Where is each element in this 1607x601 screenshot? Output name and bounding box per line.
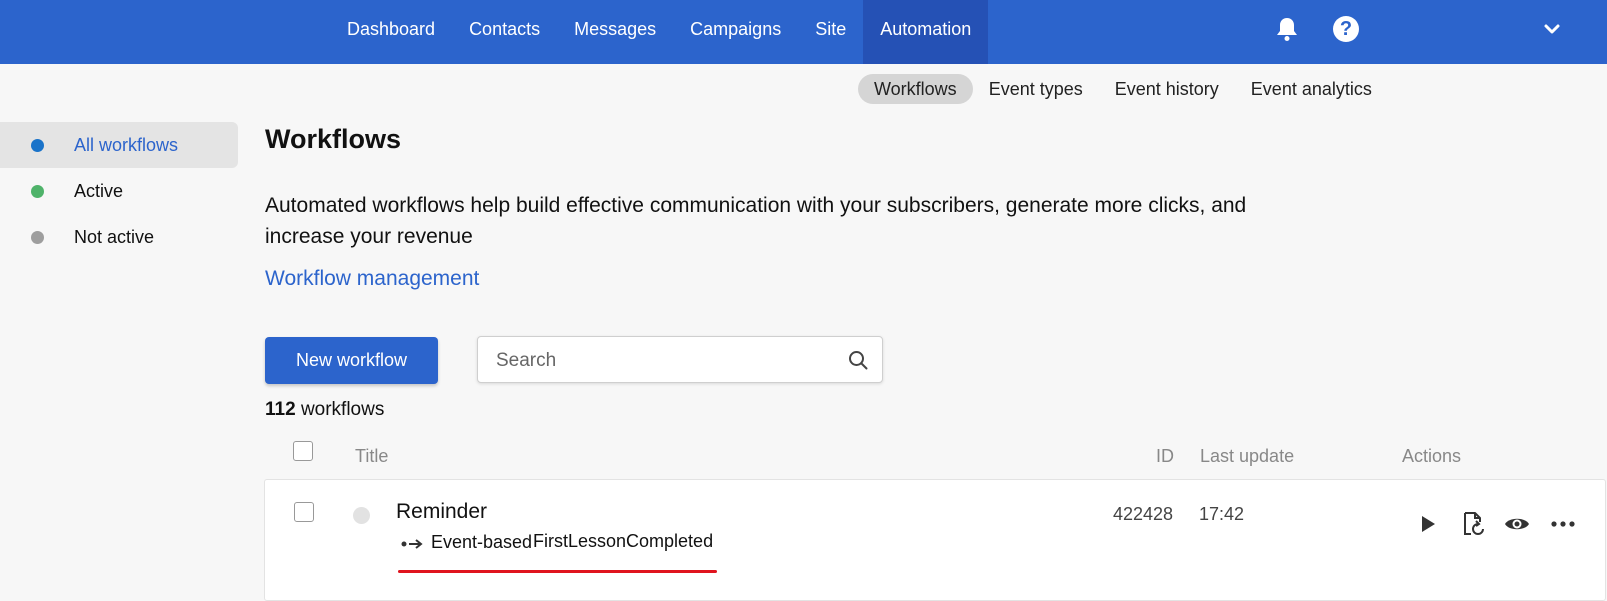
workflow-count-label: workflows xyxy=(300,399,385,420)
subnav-event-analytics[interactable]: Event analytics xyxy=(1235,74,1388,104)
nav-messages[interactable]: Messages xyxy=(557,0,673,64)
page-description: Automated workflows help build effective… xyxy=(265,194,1247,248)
nav-site[interactable]: Site xyxy=(798,0,863,64)
sidebar-item-label: Not active xyxy=(74,227,155,247)
subnav-event-types[interactable]: Event types xyxy=(973,74,1099,104)
eye-icon[interactable] xyxy=(1503,510,1531,538)
table-header: Title ID Last update Actions xyxy=(265,436,1605,472)
sub-navigation: Workflows Event types Event history Even… xyxy=(858,74,1388,104)
sidebar-item-all-workflows[interactable]: All workflows xyxy=(0,122,238,168)
subnav-event-history[interactable]: Event history xyxy=(1099,74,1235,104)
status-dot-icon xyxy=(31,139,44,152)
column-header-id[interactable]: ID xyxy=(1156,446,1174,467)
search-box xyxy=(477,336,883,384)
search-icon[interactable] xyxy=(848,350,868,370)
top-nav: Dashboard Contacts Messages Campaigns Si… xyxy=(330,0,989,64)
bell-icon[interactable] xyxy=(1275,16,1299,42)
select-all-checkbox[interactable] xyxy=(293,441,313,461)
status-dot-icon xyxy=(31,185,44,198)
chevron-down-icon[interactable] xyxy=(1543,20,1561,38)
sidebar-item-not-active[interactable]: Not active xyxy=(0,214,238,260)
new-workflow-button[interactable]: New workflow xyxy=(265,337,438,384)
more-icon[interactable] xyxy=(1549,510,1577,538)
table-row[interactable]: Reminder Event-based FirstLessonComplete… xyxy=(264,479,1606,601)
sidebar: All workflows Active Not active xyxy=(0,122,238,260)
event-based-icon xyxy=(401,539,423,549)
row-checkbox[interactable] xyxy=(294,502,314,522)
document-refresh-icon[interactable] xyxy=(1459,510,1487,538)
column-header-title[interactable]: Title xyxy=(355,446,388,467)
nav-campaigns[interactable]: Campaigns xyxy=(673,0,798,64)
status-dot-icon xyxy=(31,231,44,244)
nav-contacts[interactable]: Contacts xyxy=(452,0,557,64)
sidebar-item-label: Active xyxy=(74,181,124,201)
workflow-last-update: 17:42 xyxy=(1199,504,1245,524)
workflow-type: Event-based xyxy=(431,532,533,552)
workflow-count-number: 112 xyxy=(265,399,296,420)
nav-automation[interactable]: Automation xyxy=(863,0,989,64)
column-header-actions: Actions xyxy=(1402,446,1462,466)
nav-dashboard[interactable]: Dashboard xyxy=(330,0,452,64)
workflow-count: 112 workflows xyxy=(265,399,384,421)
help-icon[interactable]: ? xyxy=(1333,16,1359,42)
top-navigation-bar: Dashboard Contacts Messages Campaigns Si… xyxy=(0,0,1607,64)
red-underline-annotation xyxy=(398,570,717,573)
subnav-workflows[interactable]: Workflows xyxy=(858,74,973,104)
workflow-event: FirstLessonCompleted xyxy=(533,531,714,551)
inactive-status-icon xyxy=(353,507,370,524)
workflow-id: 422428 xyxy=(1113,504,1174,524)
workflow-management-link[interactable]: Workflow management xyxy=(265,267,479,291)
workflow-name[interactable]: Reminder xyxy=(396,500,487,524)
search-input[interactable] xyxy=(494,337,828,384)
sidebar-item-label: All workflows xyxy=(74,135,179,155)
page-title: Workflows xyxy=(265,124,402,154)
play-icon[interactable] xyxy=(1413,510,1441,538)
sidebar-item-active[interactable]: Active xyxy=(0,168,238,214)
column-header-last-update[interactable]: Last update xyxy=(1200,446,1294,467)
